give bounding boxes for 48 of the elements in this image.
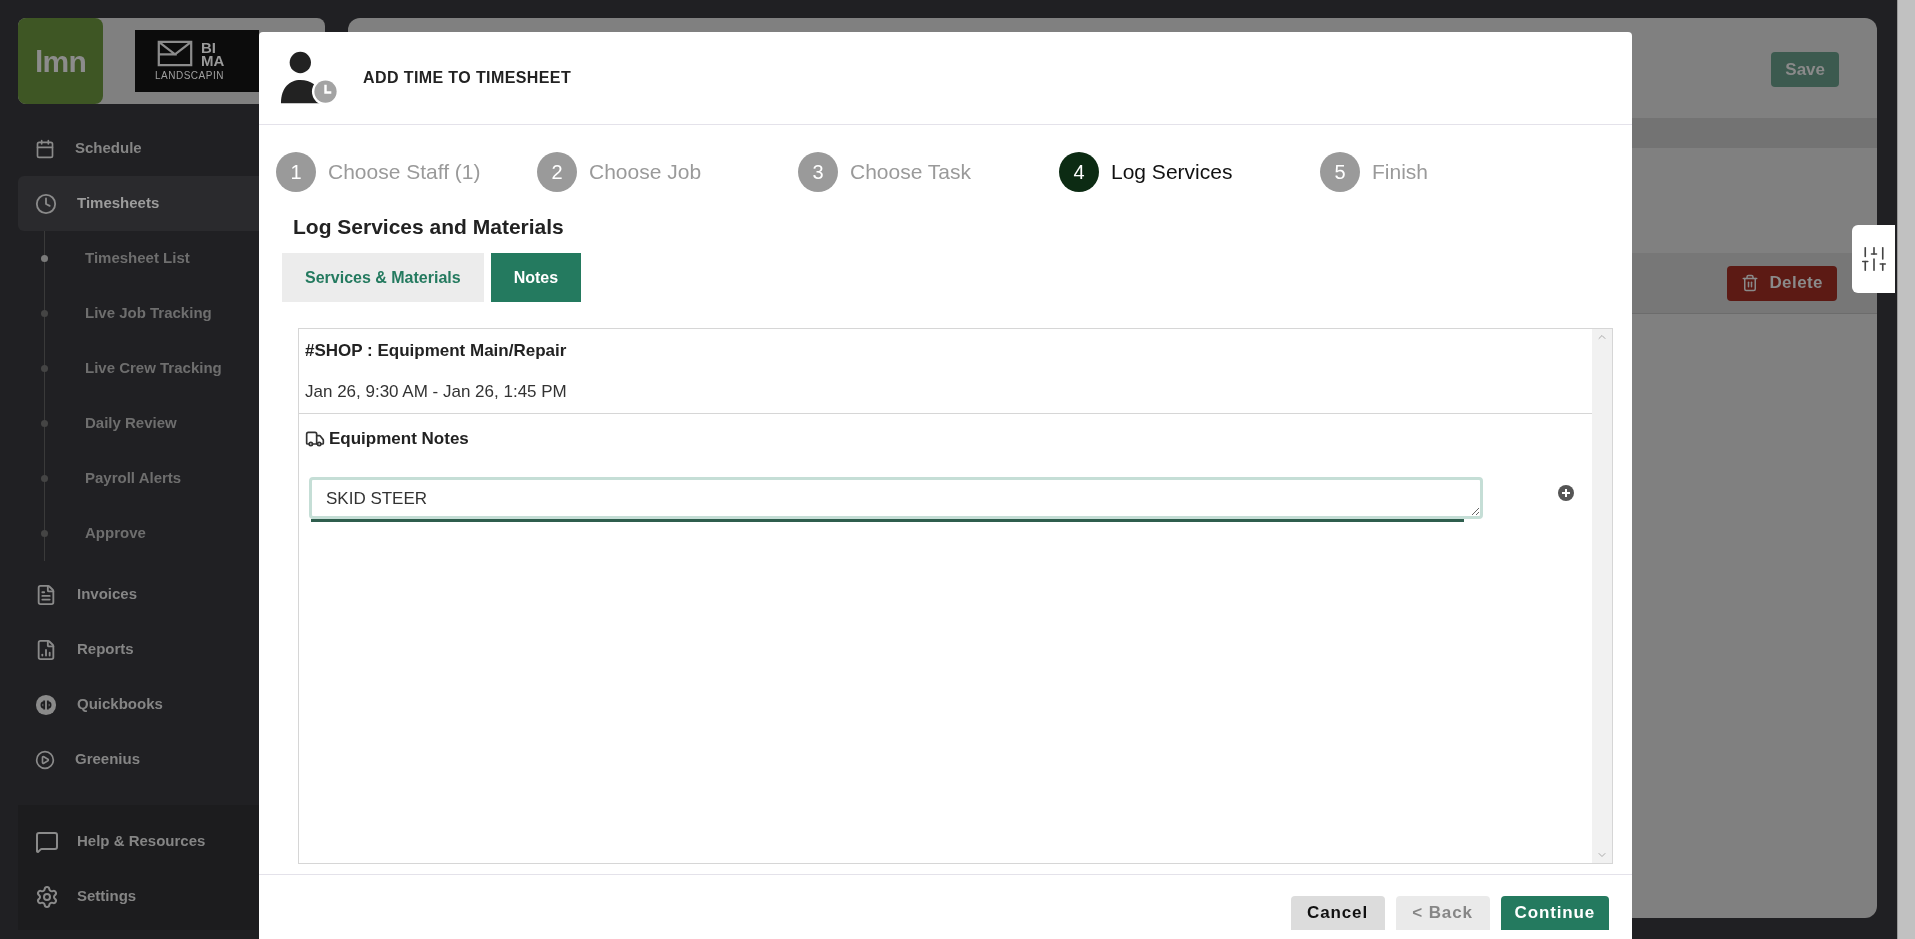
tab[interactable]: Services & Materials — [282, 253, 484, 302]
step-label: Choose Task — [850, 159, 972, 186]
step-number: 4 — [1059, 152, 1099, 192]
sidebar-item[interactable]: Greenius — [18, 732, 259, 787]
step-label: Finish — [1372, 159, 1429, 186]
step-number: 2 — [537, 152, 577, 192]
trash-icon — [1741, 274, 1760, 292]
document-icon — [35, 583, 57, 606]
sidebar-item[interactable]: Quickbooks — [18, 677, 259, 732]
sidebar-item[interactable]: Help & Resources — [18, 814, 259, 869]
chat-bubble-icon — [35, 829, 59, 854]
dialog-button[interactable]: Cancel — [1290, 896, 1385, 930]
sidebar-item[interactable]: Reports — [18, 622, 259, 677]
company-logo: BI MA LANDSCAPIN — [135, 30, 259, 92]
dialog-button[interactable]: Continue — [1500, 896, 1609, 930]
step-number: 5 — [1320, 152, 1360, 192]
app-logo: lmn — [18, 18, 103, 104]
sidebar-item[interactable]: Settings — [18, 869, 259, 924]
time-range: Jan 26, 9:30 AM - Jan 26, 1:45 PM — [304, 380, 568, 403]
step-number: 3 — [798, 152, 838, 192]
task-name: #SHOP : Equipment Main/Repair — [304, 340, 568, 362]
sidebar-subitem[interactable]: Approve — [85, 522, 146, 545]
sidebar-subitem[interactable]: Payroll Alerts — [85, 467, 182, 490]
add-icon[interactable] — [1558, 484, 1574, 501]
sidebar-subitem[interactable]: Daily Review — [85, 412, 177, 435]
calendar-icon — [35, 138, 55, 159]
delete-button[interactable]: Delete — [1727, 265, 1837, 301]
notes-field[interactable]: SKID STEER — [309, 476, 1483, 519]
sidebar-item[interactable]: Timesheets — [18, 176, 259, 231]
section-title: Log Services and Materials — [293, 214, 565, 240]
step-label: Log Services — [1111, 159, 1233, 186]
sidebar-subitem[interactable]: Live Crew Tracking — [85, 357, 222, 380]
play-icon — [35, 749, 55, 770]
chart-document-icon — [35, 638, 57, 661]
step-label: Choose Staff (1) — [328, 159, 481, 186]
step-label: Choose Job — [589, 159, 702, 186]
notes-heading: Equipment Notes — [329, 428, 469, 450]
sidebar-subitem[interactable]: Live Job Tracking — [85, 302, 212, 325]
sidebar-item[interactable]: Invoices — [18, 567, 259, 622]
filter-panel-tab[interactable] — [1852, 225, 1895, 293]
settings-icon — [35, 884, 59, 909]
sidebar-subitem[interactable]: Timesheet List — [85, 247, 190, 270]
step-number: 1 — [276, 152, 316, 192]
tab[interactable]: Notes — [490, 253, 582, 302]
sidebar-item[interactable]: Schedule — [18, 121, 259, 176]
circle-logo-icon — [35, 693, 57, 716]
dialog-title: ADD TIME TO TIMESHEET — [363, 68, 572, 88]
clock-icon — [35, 192, 57, 215]
